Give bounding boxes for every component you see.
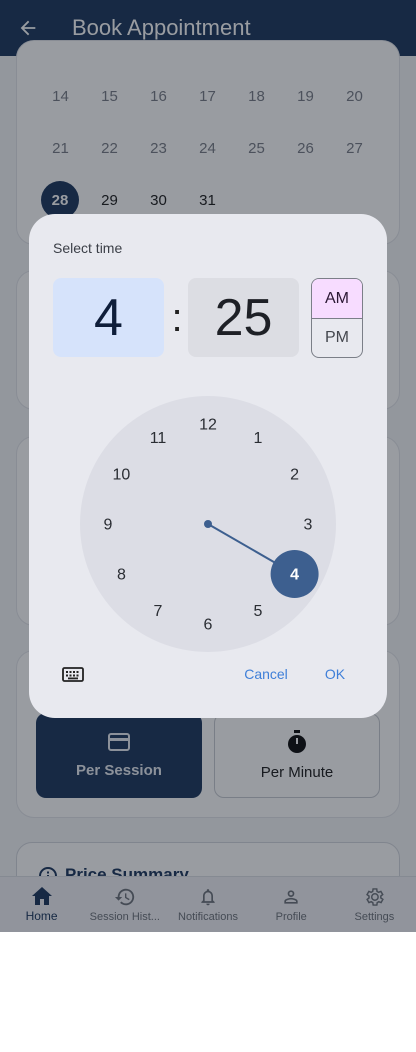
clock-number-1[interactable]: 1: [254, 430, 263, 447]
keyboard-icon[interactable]: [61, 664, 85, 684]
clock-number-3[interactable]: 3: [304, 517, 313, 534]
clock-number-5[interactable]: 5: [254, 603, 263, 620]
clock-dial[interactable]: 121234567891011: [80, 396, 336, 652]
ok-button[interactable]: OK: [319, 663, 351, 685]
am-option[interactable]: AM: [312, 279, 362, 319]
minute-field[interactable]: 25: [188, 278, 299, 357]
clock-number-2[interactable]: 2: [290, 467, 299, 484]
clock-number-4[interactable]: 4: [290, 567, 299, 584]
time-separator: :: [171, 295, 183, 340]
am-pm-toggle: AM PM: [311, 278, 363, 358]
clock-number-9[interactable]: 9: [104, 517, 113, 534]
clock-number-7[interactable]: 7: [154, 603, 163, 620]
app-screen: Book Appointment 14 15 16 17 18 19 20 21…: [0, 0, 416, 932]
clock-number-8[interactable]: 8: [117, 567, 126, 584]
clock-number-10[interactable]: 10: [112, 467, 130, 484]
hour-field[interactable]: 4: [53, 278, 164, 357]
clock-center-dot: [204, 520, 212, 528]
clock-number-11[interactable]: 11: [150, 430, 167, 447]
time-picker-help-text: Select time: [53, 240, 123, 256]
clock-number-6[interactable]: 6: [204, 617, 213, 634]
time-picker-dialog: Select time 4 : 25 AM PM 12 1 2 3 4 5 6 7 8 9 10 11…: [29, 214, 387, 718]
clock-number-12[interactable]: 12: [199, 417, 217, 434]
pm-option[interactable]: PM: [312, 319, 362, 357]
cancel-button[interactable]: Cancel: [234, 663, 298, 685]
